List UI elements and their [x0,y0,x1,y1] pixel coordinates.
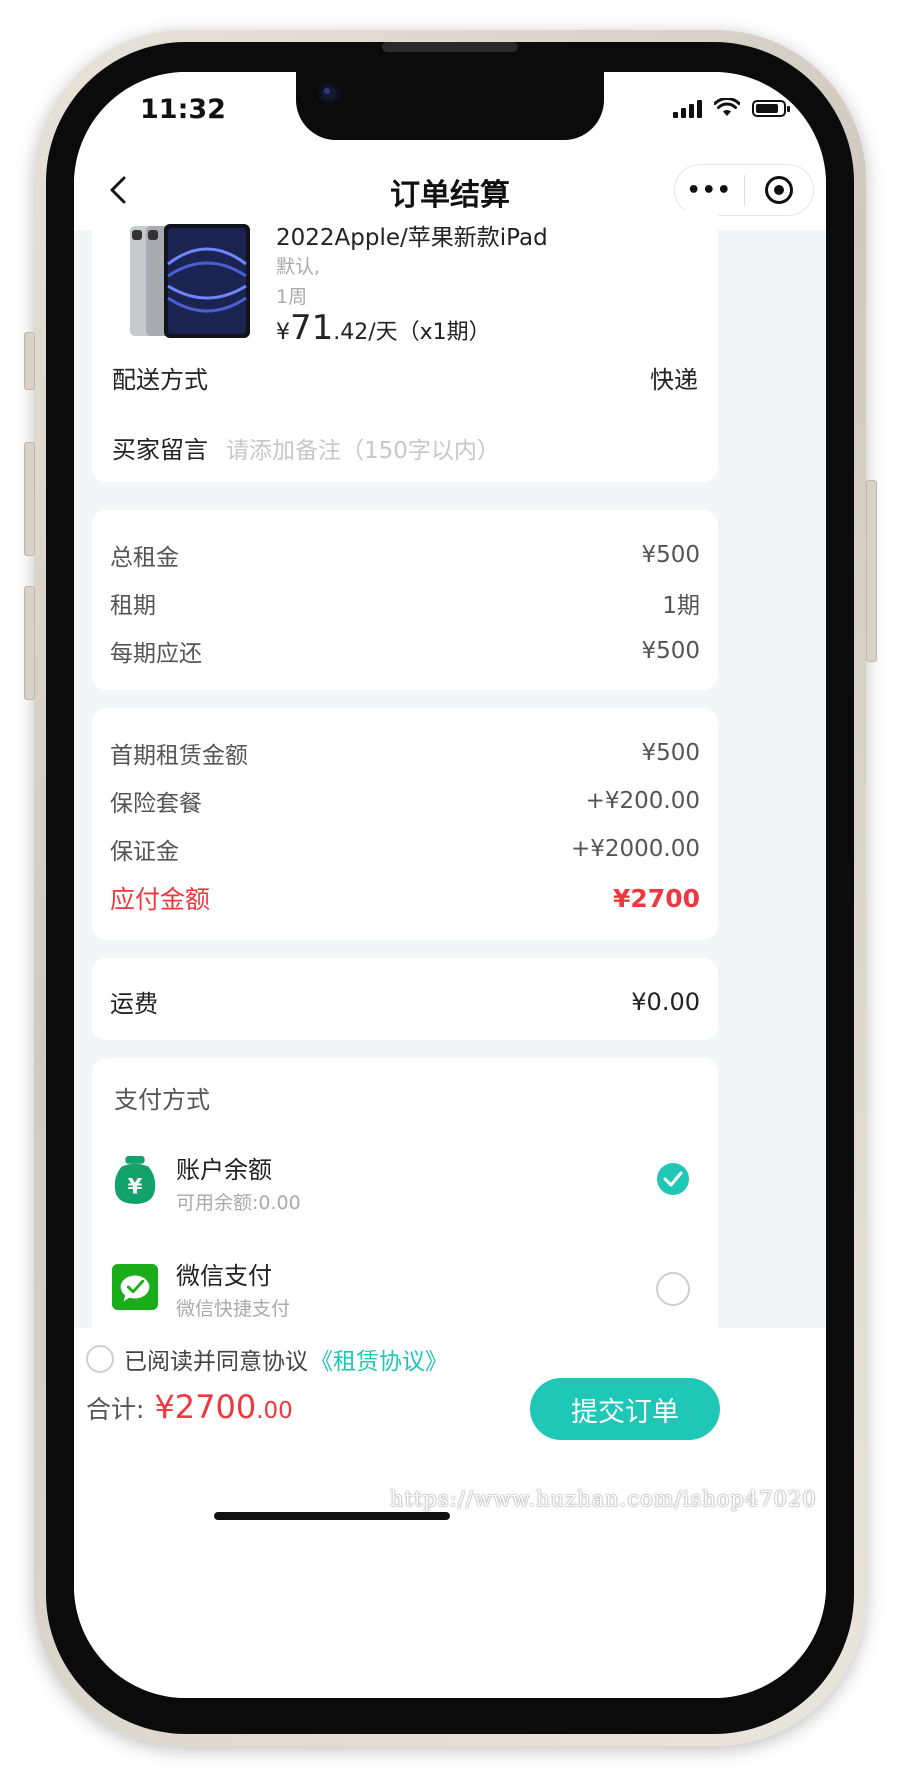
watermark: https://www.huzhan.com/ishop47020 [390,1487,817,1511]
mini-program-capsule: ••• [674,164,814,216]
remark-input[interactable]: 请添加备注（150字以内） [226,431,500,465]
shipping-label: 运费 [110,990,158,1018]
payment-row: 保证金 +¥2000.00 [110,832,700,866]
shipping-card: 运费 ¥0.00 [92,958,718,1040]
total-amount: ¥2700 [154,1388,257,1426]
rent-term-label: 租期 [110,593,156,619]
payment-row: 首期租赁金额 ¥500 [110,736,700,770]
shipping-row: 运费 ¥0.00 [110,984,700,1019]
total-decimal: .00 [256,1398,293,1424]
payment-methods-card: 支付方式 ¥ 账户余额 可用余额:0.00 微信支付 微信快捷支付 [92,1058,718,1358]
total-rent-value: ¥500 [641,542,700,568]
phone-silent-switch [24,332,35,390]
submit-order-button[interactable]: 提交订单 [530,1378,720,1440]
wechat-pay-icon [112,1264,158,1310]
product-spec: 默认, [276,256,321,278]
phone-power-button [866,480,877,662]
delivery-value: 快递 [650,366,698,394]
payment-row: 保险套餐 +¥200.00 [110,784,700,818]
payment-summary-card: 首期租赁金额 ¥500 保险套餐 +¥200.00 保证金 +¥2000.00 … [92,708,718,940]
rent-summary-card: 总租金 ¥500 租期 1期 每期应还 ¥500 [92,510,718,690]
first-rent-value: ¥500 [641,740,700,766]
payment-methods-title: 支付方式 [114,1086,210,1114]
insurance-value: +¥200.00 [585,788,700,814]
product-price: ¥71.42/天（x1期） [276,308,491,348]
price-integer: 71 [290,308,334,348]
checked-icon[interactable] [656,1162,690,1196]
payable-value: ¥2700 [613,883,700,913]
payable-row: 应付金额 ¥2700 [110,880,700,916]
payable-label: 应付金额 [110,885,211,914]
home-indicator[interactable] [214,1512,450,1520]
agreement-text: 已阅读并同意协议 [124,1349,308,1375]
target-icon [764,176,793,204]
delivery-label: 配送方式 [112,366,208,394]
agreement-row: 已阅读并同意协议 《租赁协议》 [86,1342,448,1376]
delivery-row[interactable]: 配送方式 快递 [112,360,698,395]
phone-volume-up [24,442,35,556]
wallet-icon: ¥ [114,1156,156,1204]
close-mini-program-button[interactable] [745,176,814,204]
per-period-label: 每期应还 [110,641,202,667]
pay-method-desc: 可用余额:0.00 [176,1192,301,1214]
price-symbol: ¥ [276,320,290,345]
product-period: 1周 [276,286,308,308]
remark-row: 买家留言 请添加备注（150字以内） [112,430,698,465]
insurance-label: 保险套餐 [110,791,202,817]
summary-row: 每期应还 ¥500 [110,634,700,668]
deposit-value: +¥2000.00 [570,836,700,862]
unchecked-radio[interactable] [656,1272,690,1306]
battery-icon [752,99,790,117]
wifi-icon [714,98,740,116]
agreement-checkbox[interactable] [86,1345,114,1373]
total-rent-label: 总租金 [110,545,179,571]
price-suffix: .42/天（x1期） [333,320,491,345]
total-label: 合计: [86,1395,145,1424]
product-name: 2022Apple/苹果新款iPad [276,225,548,251]
rent-term-value: 1期 [662,593,700,619]
phone-speaker [382,42,518,52]
screen: 11:32 订单结算 ••• 2022Apple/苹果新款iPad 默认, 1周… [74,72,826,1698]
total-row: 合计: ¥2700 .00 [86,1388,293,1426]
pay-method-balance[interactable]: ¥ 账户余额 可用余额:0.00 [92,1150,718,1230]
deposit-label: 保证金 [110,839,179,865]
per-period-value: ¥500 [641,638,700,664]
summary-row: 总租金 ¥500 [110,538,700,572]
pay-method-name: 账户余额 [176,1156,272,1184]
pay-method-wechat[interactable]: 微信支付 微信快捷支付 [92,1256,718,1336]
svg-text:¥: ¥ [128,1173,143,1198]
summary-row: 租期 1期 [110,586,700,620]
phone-volume-down [24,586,35,700]
bottom-bar: 已阅读并同意协议 《租赁协议》 合计: ¥2700 .00 提交订单 [74,1328,826,1698]
remark-label: 买家留言 [112,436,208,464]
agreement-link[interactable]: 《租赁协议》 [310,1342,448,1376]
front-camera [318,82,340,104]
pay-method-name: 微信支付 [176,1262,272,1290]
dynamic-island [296,72,604,140]
status-time: 11:32 [140,94,226,125]
ipad-product-image [130,224,250,338]
shipping-value: ¥0.00 [631,987,700,1016]
pay-method-desc: 微信快捷支付 [176,1298,291,1320]
signal-icon [673,98,702,118]
first-rent-label: 首期租赁金额 [110,743,248,769]
more-options-button[interactable]: ••• [675,178,744,203]
product-card: 2022Apple/苹果新款iPad 默认, 1周 ¥71.42/天（x1期） … [92,210,718,482]
